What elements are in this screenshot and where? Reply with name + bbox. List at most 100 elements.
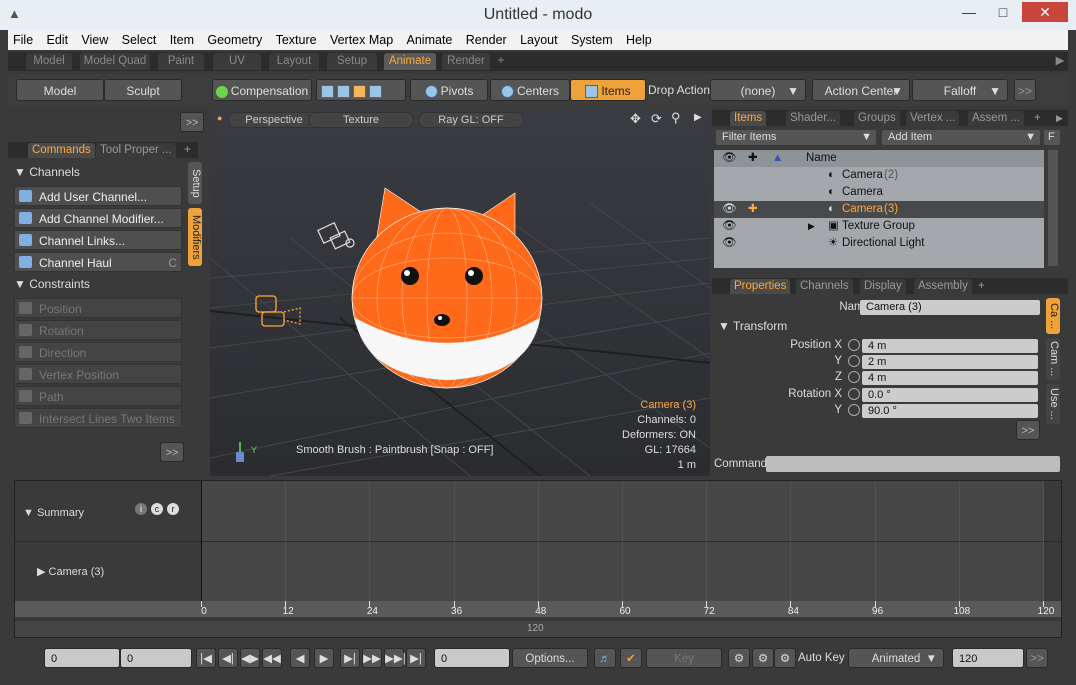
tab-groups[interactable]: Groups (854, 111, 900, 126)
viewport-menu-arrow-icon[interactable]: ▶ (694, 112, 702, 123)
falloff-select[interactable]: Falloff ▼ (912, 79, 1008, 101)
channels-section-header[interactable]: ▼ Channels (14, 164, 80, 180)
add-items-tab-icon[interactable]: + (1030, 111, 1045, 126)
layout-tab-model-quad[interactable]: Model Quad (80, 53, 150, 70)
item-row-texture-group[interactable]: 👁 ▶ ▣ Texture Group (714, 218, 1044, 235)
playhead-line[interactable] (201, 481, 202, 615)
fox-head-model[interactable] (351, 187, 543, 389)
layout-tab-model[interactable]: Model (26, 53, 72, 70)
tab-vertex[interactable]: Vertex ... (906, 111, 960, 126)
menu-select[interactable]: Select (117, 30, 162, 50)
model-button[interactable]: Model (16, 79, 104, 101)
viewport-options-icon[interactable]: ● (217, 113, 222, 123)
position-z-field[interactable]: 4 m (862, 371, 1038, 385)
go-to-start-button[interactable]: |◀ (196, 648, 216, 668)
menu-view[interactable]: View (76, 30, 113, 50)
item-row-directional-light[interactable]: 👁 ☀ Directional Light (714, 235, 1044, 252)
sculpt-button[interactable]: Sculpt (104, 79, 182, 101)
layout-tab-layout[interactable]: Layout (269, 53, 319, 70)
item-row-camera[interactable]: ◐ Camera (714, 184, 1044, 201)
path-constraint-button[interactable]: Path (14, 386, 182, 406)
add-tab-icon[interactable]: + (180, 143, 195, 158)
layout-tab-paint[interactable]: Paint (158, 53, 204, 70)
summary-badge-i[interactable]: i (135, 503, 147, 515)
current-start-field[interactable]: 0 (120, 648, 192, 668)
select-mode-buttons[interactable] (316, 79, 406, 101)
tab-items[interactable]: Items (730, 111, 767, 126)
prev-key-button[interactable]: ◀| (218, 648, 238, 668)
rotation-x-anim-icon[interactable] (848, 388, 860, 400)
layout-tab-uv[interactable]: UV (213, 53, 261, 70)
selected-lock-icon[interactable]: ✚ (748, 201, 758, 218)
zoom-icon[interactable]: ⚲ (671, 110, 681, 126)
menu-render[interactable]: Render (461, 30, 512, 50)
key-filter-icon[interactable]: ✔ (620, 648, 642, 668)
tab-tool-properties[interactable]: Tool Proper ... (96, 143, 176, 158)
compensation-button[interactable]: Compensation (212, 79, 312, 101)
constraints-section-header[interactable]: ▼ Constraints (14, 276, 90, 292)
position-constraint-button[interactable]: Position (14, 298, 182, 318)
menu-vertex-map[interactable]: Vertex Map (325, 30, 398, 50)
left-panel-expand-button[interactable]: >> (180, 112, 204, 132)
end-frame-field[interactable]: 120 (952, 648, 1024, 668)
direction-constraint-button[interactable]: Direction (14, 342, 182, 362)
tabs-scroll-right-icon[interactable]: ▶ (1054, 53, 1066, 70)
properties-more-button[interactable]: >> (1016, 420, 1040, 440)
autokey-icon-2[interactable]: ⚙ (752, 648, 774, 668)
start-frame-field[interactable]: 0 (44, 648, 120, 668)
tab-assembly[interactable]: Assem ... (968, 111, 1024, 126)
filter-f-button[interactable]: F (1044, 130, 1060, 145)
vertical-tab-setup[interactable]: Setup (188, 162, 202, 204)
vertical-tab-camera[interactable]: Ca ... (1046, 298, 1060, 334)
item-row-camera-2[interactable]: ◐ Camera (2) (714, 167, 1044, 184)
channel-links-button[interactable]: Channel Links... (14, 230, 182, 250)
channel-haul-button[interactable]: Channel Haul C (14, 252, 182, 272)
next-key-button[interactable]: ▶▶| (384, 648, 406, 668)
centers-button[interactable]: Centers (490, 79, 570, 101)
left-panel-more-button[interactable]: >> (160, 442, 184, 462)
menu-file[interactable]: File (8, 30, 38, 50)
raygl-button[interactable]: Ray GL: OFF (418, 112, 524, 128)
items-button[interactable]: Items (570, 79, 646, 101)
play-button[interactable]: ▶ (314, 648, 334, 668)
maximize-button[interactable]: □ (988, 2, 1018, 22)
name-input[interactable]: Camera (3) (860, 300, 1040, 315)
add-layout-tab-button[interactable]: + (494, 53, 508, 70)
add-props-tab-icon[interactable]: + (974, 279, 989, 294)
transform-section-header[interactable]: ▼ Transform (718, 318, 787, 334)
animation-timeline[interactable]: ▼ Summary i c r ▶ Camera (3) 0 12 24 36 48 60… (14, 480, 1063, 638)
vertices-mode-icon[interactable] (321, 85, 334, 99)
visibility-eye-icon[interactable]: 👁 (722, 201, 737, 218)
animated-select[interactable]: Animated ▼ (848, 648, 944, 668)
tab-commands[interactable]: Commands (28, 143, 95, 158)
vertical-tab-modifiers[interactable]: Modifiers (188, 208, 202, 266)
add-user-channel-button[interactable]: Add User Channel... (14, 186, 182, 206)
pivots-button[interactable]: Pivots (410, 79, 488, 101)
edges-mode-icon[interactable] (337, 85, 350, 99)
visibility-eye-icon[interactable]: 👁 (722, 235, 737, 252)
tab-assembly-props[interactable]: Assembly (914, 279, 972, 294)
rotation-y-anim-icon[interactable] (848, 404, 860, 416)
minimize-button[interactable]: — (954, 2, 984, 22)
tab-display[interactable]: Display (860, 279, 906, 294)
tab-properties[interactable]: Properties (730, 279, 791, 294)
menu-help[interactable]: Help (621, 30, 657, 50)
rotation-constraint-button[interactable]: Rotation (14, 320, 182, 340)
visibility-eye-icon[interactable]: 👁 (722, 218, 737, 235)
rotate-icon[interactable]: ⟳ (651, 111, 662, 127)
add-item-select[interactable]: Add Item ▼ (882, 130, 1040, 145)
add-channel-modifier-button[interactable]: Add Channel Modifier... (14, 208, 182, 228)
next-frame-button[interactable]: ▶▶ (362, 648, 382, 668)
tab-channels[interactable]: Channels (796, 279, 853, 294)
summary-badge-r[interactable]: r (167, 503, 179, 515)
item-row-camera-3[interactable]: 👁 ✚ ◐ Camera (3) (714, 201, 1044, 218)
filter-items-select[interactable]: Filter Items ▼ (716, 130, 876, 145)
audio-icon[interactable]: ♬ (594, 648, 616, 668)
action-center-select[interactable]: Action Center ▼ (812, 79, 910, 101)
close-button[interactable]: ✕ (1022, 2, 1068, 22)
materials-mode-icon[interactable] (369, 85, 382, 99)
vertical-tab-camera-effects[interactable]: Cam ... (1046, 338, 1060, 380)
position-y-field[interactable]: 2 m (862, 355, 1038, 369)
play-reverse-button[interactable]: ◀ (290, 648, 310, 668)
3d-viewport[interactable]: ● Perspective Texture Ray GL: OFF ✥ ⟳ ⚲ … (210, 108, 710, 476)
